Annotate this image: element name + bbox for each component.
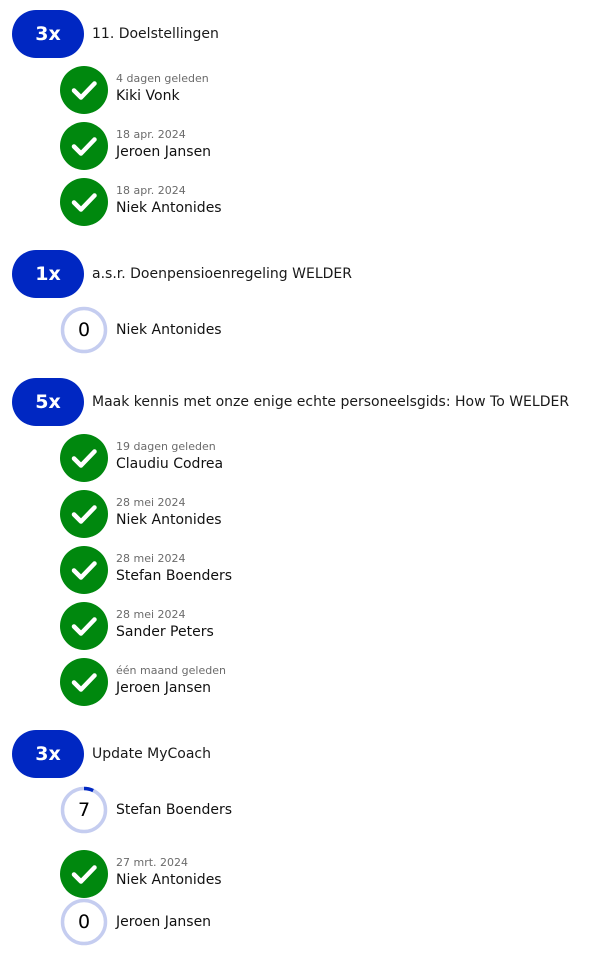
person-name: Claudiu Codrea [116,455,224,472]
group-title[interactable]: Update MyCoach [92,746,211,762]
list-item[interactable]: 19 dagen geleden Claudiu Codrea [60,434,223,482]
completion-date: 18 apr. 2024 [116,127,186,141]
group-header[interactable]: 3x Update MyCoach [12,730,211,778]
person-name: Niek Antonides [116,199,222,216]
checkmark-icon [60,490,108,538]
completion-date: 18 apr. 2024 [116,183,186,197]
list-item[interactable]: 28 mei 2024 Stefan Boenders [60,546,232,594]
person-name: Kiki Vonk [116,87,180,104]
list-item[interactable]: 0 Jeroen Jansen [60,898,211,946]
progress-value: 7 [77,799,91,821]
list-item[interactable]: 4 dagen geleden Kiki Vonk [60,66,209,114]
progress-ring-icon: 0 [60,306,108,354]
count-badge: 3x [12,10,84,58]
progress-ring-icon: 7 [60,786,108,834]
progress-ring-icon: 0 [60,898,108,946]
group-header[interactable]: 5x Maak kennis met onze enige echte pers… [12,378,569,426]
checkmark-icon [60,122,108,170]
completion-date: 4 dagen geleden [116,71,209,85]
person-name: Sander Peters [116,623,214,640]
group-header[interactable]: 3x 11. Doelstellingen [12,10,219,58]
completion-date: 27 mrt. 2024 [116,855,189,869]
person-name: Niek Antonides [116,871,222,888]
list-item[interactable]: 7 Stefan Boenders [60,786,232,834]
completion-date: één maand geleden [116,663,226,677]
person-name: Niek Antonides [116,511,222,528]
checkmark-icon [60,66,108,114]
list-item[interactable]: 18 apr. 2024 Jeroen Jansen [60,122,211,170]
list-item[interactable]: 28 mei 2024 Sander Peters [60,602,214,650]
list-item[interactable]: één maand geleden Jeroen Jansen [60,658,226,706]
list-item[interactable]: 28 mei 2024 Niek Antonides [60,490,222,538]
checkmark-icon [60,546,108,594]
list-item[interactable]: 18 apr. 2024 Niek Antonides [60,178,222,226]
checkmark-icon [60,850,108,898]
person-name: Stefan Boenders [116,802,233,818]
person-name: Jeroen Jansen [116,679,212,696]
checkmark-icon [60,434,108,482]
checkmark-icon [60,178,108,226]
checkmark-icon [60,658,108,706]
group-title[interactable]: a.s.r. Doenpensioenregeling WELDER [92,266,352,282]
person-name: Niek Antonides [116,322,222,338]
progress-value: 0 [77,319,91,341]
checkmark-icon [60,602,108,650]
completion-date: 28 mei 2024 [116,551,186,565]
completion-date: 28 mei 2024 [116,607,186,621]
completion-date: 28 mei 2024 [116,495,186,509]
list-item[interactable]: 27 mrt. 2024 Niek Antonides [60,850,222,898]
count-badge: 3x [12,730,84,778]
group-title[interactable]: Maak kennis met onze enige echte persone… [92,394,569,410]
count-badge: 5x [12,378,84,426]
person-name: Jeroen Jansen [116,914,212,930]
person-name: Jeroen Jansen [116,143,212,160]
progress-value: 0 [77,911,91,933]
group-header[interactable]: 1x a.s.r. Doenpensioenregeling WELDER [12,250,352,298]
completion-date: 19 dagen geleden [116,439,216,453]
list-item[interactable]: 0 Niek Antonides [60,306,222,354]
group-title[interactable]: 11. Doelstellingen [92,26,219,42]
count-badge: 1x [12,250,84,298]
person-name: Stefan Boenders [116,567,233,584]
